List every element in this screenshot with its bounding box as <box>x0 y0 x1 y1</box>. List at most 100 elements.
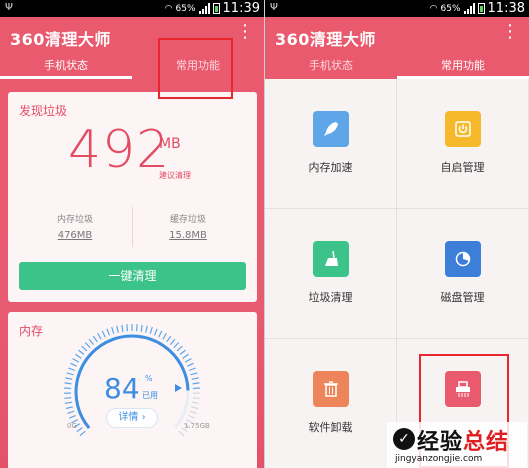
battery-percent: 65% <box>440 3 461 14</box>
function-uninstall[interactable]: 软件卸载 <box>265 339 397 468</box>
signal-icon <box>463 3 475 14</box>
overflow-menu-icon[interactable]: ⋮ <box>501 23 519 41</box>
gauge-tick <box>88 338 95 345</box>
function-autostart[interactable]: 自启管理 <box>397 79 529 209</box>
gauge-tick <box>190 372 198 376</box>
gauge-tick <box>64 401 73 404</box>
gauge-tick <box>97 333 102 340</box>
watermark: ✓ 经验总结 jingyanzongjie.com <box>387 422 527 468</box>
rocket-icon <box>313 111 349 147</box>
gauge-max-label: 1.75GB <box>184 422 210 430</box>
gauge-tick <box>140 324 143 332</box>
junk-title: 发现垃圾 <box>19 104 68 118</box>
pie-chart-icon <box>445 241 481 277</box>
function-disk-manage[interactable]: 磁盘管理 <box>397 209 529 339</box>
stat-divider <box>132 207 133 247</box>
gauge-tick <box>182 353 189 359</box>
function-label: 磁盘管理 <box>440 291 485 304</box>
gauge-tick <box>145 325 148 333</box>
gauge-tick <box>121 324 124 332</box>
clock: 11:38 <box>487 1 525 16</box>
status-bar: Ψ ◠ 65% 11:38 <box>265 0 529 17</box>
gauge-tick <box>153 328 158 336</box>
tab-common-functions[interactable]: 常用功能 <box>397 55 529 79</box>
watermark-title-a: 经验 <box>417 430 464 455</box>
screen-phone-status: Ψ ◠ 65% 11:39 360清理大师 ⋮ 手机状态 常用功能 发现垃圾 4… <box>0 0 264 468</box>
gauge-tick <box>84 342 91 349</box>
gauge-tick <box>176 345 183 352</box>
gauge-tick <box>188 414 195 419</box>
status-bar: Ψ ◠ 65% 11:39 <box>0 0 264 17</box>
gauge-tick <box>191 401 200 404</box>
gauge-tick <box>192 397 200 399</box>
gauge-tick <box>64 382 72 385</box>
gauge-tick <box>192 382 200 385</box>
memory-card: 内存 84 % 已用 详情 › 0G 1.75GB <box>8 312 257 468</box>
function-label: 自启管理 <box>440 161 485 174</box>
wifi-icon: ◠ <box>164 3 173 14</box>
function-label: 内存加速 <box>308 161 353 174</box>
gauge-tick <box>64 387 72 390</box>
gauge-tick <box>191 377 199 380</box>
memory-detail-button[interactable]: 详情 › <box>106 408 158 428</box>
highlight-box-tab <box>158 38 233 99</box>
battery-icon <box>477 3 485 14</box>
gauge-tick <box>76 427 83 433</box>
memory-percent-sign: % <box>145 374 153 383</box>
clock: 11:39 <box>222 1 260 16</box>
gauge-tick <box>81 345 88 352</box>
gauge-tick <box>65 377 73 380</box>
gauge-tick <box>169 338 176 345</box>
app-logo-title: 360清理大师 <box>10 30 111 49</box>
junk-amount: 492 <box>68 120 171 180</box>
gauge-tick <box>92 335 98 343</box>
usb-icon: Ψ <box>270 2 278 13</box>
signal-icon <box>198 3 210 14</box>
function-memory-boost[interactable]: 内存加速 <box>265 79 397 209</box>
battery-icon <box>212 3 220 14</box>
gauge-tick <box>136 324 138 332</box>
tab-phone-status[interactable]: 手机状态 <box>265 55 397 79</box>
watermark-title: 经验总结 <box>417 424 509 456</box>
cache-junk-label: 缓存垃圾 <box>169 215 206 225</box>
gauge-tick <box>173 342 180 349</box>
cache-junk-value[interactable]: 15.8MB <box>138 230 238 241</box>
memory-junk-value[interactable]: 476MB <box>25 230 125 241</box>
gauge-tick <box>101 330 106 338</box>
gauge-tick <box>66 372 74 376</box>
gauge-tick <box>126 324 128 332</box>
power-icon <box>445 111 481 147</box>
tab-phone-status[interactable]: 手机状态 <box>0 55 132 79</box>
junk-card: 发现垃圾 492 MB 建议清理 内存垃圾 476MB 缓存垃圾 15.8MB … <box>8 92 257 302</box>
gauge-tick <box>191 406 199 410</box>
battery-percent: 65% <box>175 3 196 14</box>
gauge-tick <box>78 349 85 355</box>
overflow-menu-icon[interactable]: ⋮ <box>236 23 254 41</box>
gauge-tick <box>111 326 115 334</box>
gauge-tick <box>184 358 192 363</box>
memory-used-label: 已用 <box>142 391 158 400</box>
junk-hint: 建议清理 <box>159 171 191 180</box>
gauge-tick <box>158 330 163 338</box>
memory-percent: 84 <box>104 372 140 405</box>
gauge-tick <box>162 333 167 340</box>
gauge-tick <box>178 430 185 437</box>
gauge-tick <box>70 362 77 367</box>
function-label: 垃圾清理 <box>308 291 353 304</box>
function-junk-clean[interactable]: 垃圾清理 <box>265 209 397 339</box>
app-title-bar: 360清理大师 ⋮ <box>265 17 529 55</box>
checkmark-icon: ✓ <box>393 428 415 450</box>
gauge-tick <box>67 410 75 414</box>
junk-unit: MB <box>159 136 181 152</box>
gauge-tick <box>192 387 200 390</box>
tab-bar: 手机状态 常用功能 <box>265 55 529 79</box>
gauge-tick <box>166 335 172 343</box>
gauge-tick <box>69 414 76 419</box>
watermark-url: jingyanzongjie.com <box>395 454 483 464</box>
function-label: 软件卸载 <box>308 421 353 434</box>
gauge-tick <box>179 349 186 355</box>
gauge-min-label: 0G <box>67 422 77 430</box>
gauge-tick <box>188 367 196 372</box>
trash-icon <box>313 371 349 407</box>
one-click-clean-button[interactable]: 一键清理 <box>19 262 246 290</box>
